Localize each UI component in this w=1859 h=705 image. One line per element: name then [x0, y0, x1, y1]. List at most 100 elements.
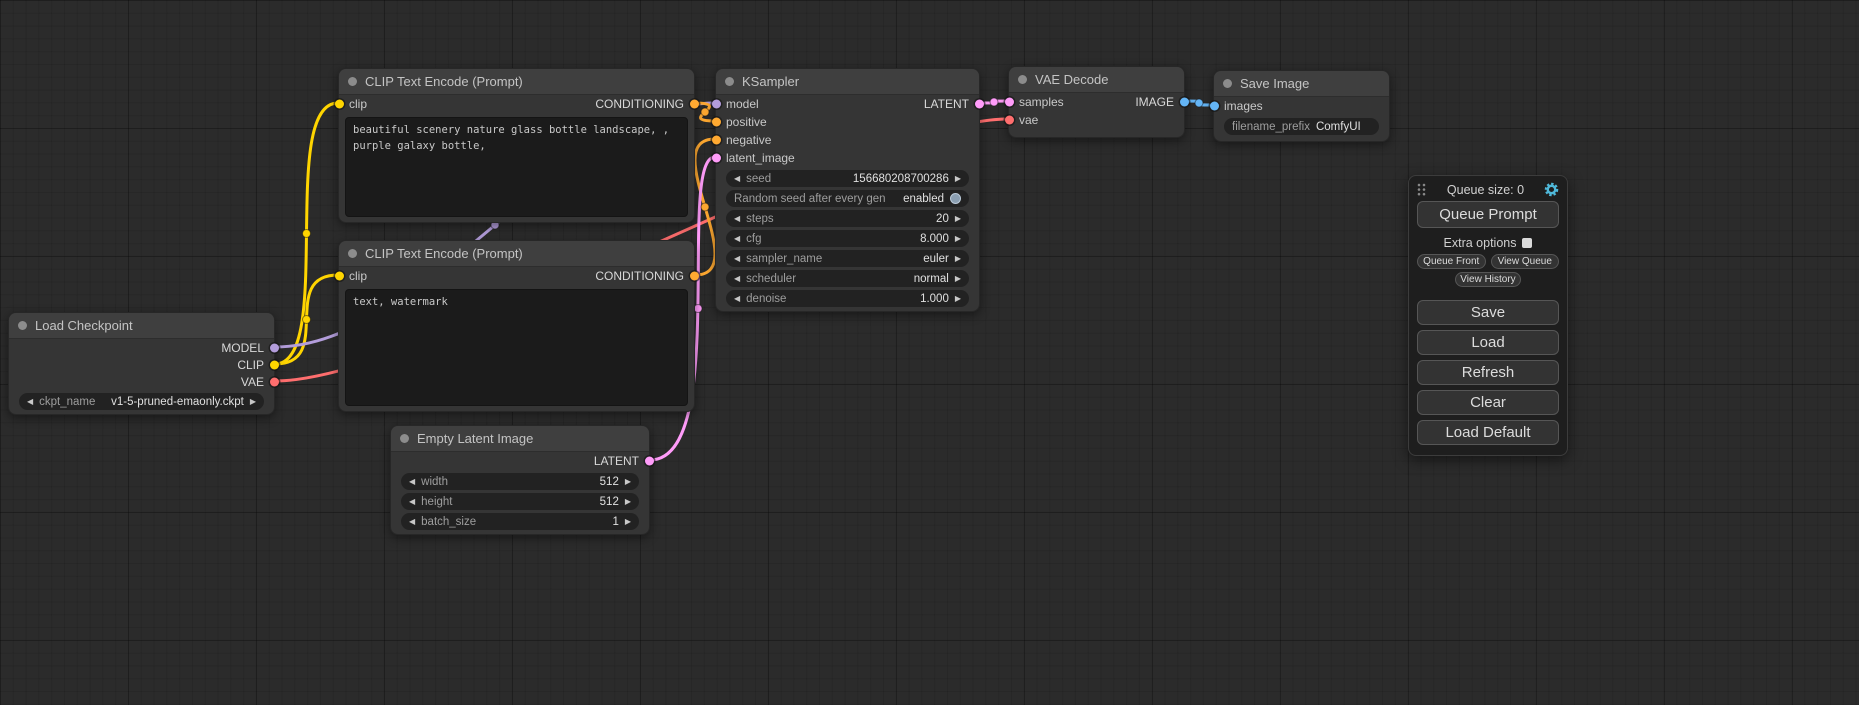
load-default-button[interactable]: Load Default: [1417, 420, 1559, 445]
positive-prompt-textarea[interactable]: beautiful scenery nature glass bottle la…: [345, 117, 688, 217]
conditioning-output-port[interactable]: [690, 272, 699, 281]
clip-input-port[interactable]: [335, 100, 344, 109]
model-input-port[interactable]: [712, 100, 721, 109]
latent-image-input-port[interactable]: [712, 154, 721, 163]
decrement-arrow-icon[interactable]: ◀: [409, 518, 415, 526]
positive-input-port[interactable]: [712, 118, 721, 127]
decrement-arrow-icon[interactable]: ◀: [734, 175, 740, 183]
node-header[interactable]: CLIP Text Encode (Prompt): [339, 69, 694, 95]
widget-value: normal: [914, 273, 949, 285]
sampler-name-widget[interactable]: ◀ sampler_name euler ▶: [726, 250, 969, 267]
increment-arrow-icon[interactable]: ▶: [250, 398, 256, 406]
node-clip-text-encode-negative[interactable]: CLIP Text Encode (Prompt) clip CONDITION…: [338, 240, 695, 412]
conditioning-output-port[interactable]: [690, 100, 699, 109]
port-row: latent_image: [716, 149, 979, 167]
node-header[interactable]: Empty Latent Image: [391, 426, 649, 452]
increment-arrow-icon[interactable]: ▶: [625, 498, 631, 506]
collapse-dot-icon[interactable]: [348, 77, 357, 86]
increment-arrow-icon[interactable]: ▶: [625, 518, 631, 526]
decrement-arrow-icon[interactable]: ◀: [409, 498, 415, 506]
queue-front-button[interactable]: Queue Front: [1417, 254, 1486, 269]
increment-arrow-icon[interactable]: ▶: [625, 478, 631, 486]
negative-prompt-textarea[interactable]: text, watermark: [345, 289, 688, 406]
decrement-arrow-icon[interactable]: ◀: [27, 398, 33, 406]
save-button[interactable]: Save: [1417, 300, 1559, 325]
vae-output-port[interactable]: [270, 377, 279, 386]
samples-input-port[interactable]: [1005, 98, 1014, 107]
increment-arrow-icon[interactable]: ▶: [955, 175, 961, 183]
graph-canvas[interactable]: Load Checkpoint MODEL CLIP VAE ◀ ckpt_na…: [0, 0, 1859, 705]
node-header[interactable]: CLIP Text Encode (Prompt): [339, 241, 694, 267]
collapse-dot-icon[interactable]: [1223, 79, 1232, 88]
toggle-dot-icon[interactable]: [950, 193, 961, 204]
node-clip-text-encode-positive[interactable]: CLIP Text Encode (Prompt) clip CONDITION…: [338, 68, 695, 223]
node-load-checkpoint[interactable]: Load Checkpoint MODEL CLIP VAE ◀ ckpt_na…: [8, 312, 275, 415]
increment-arrow-icon[interactable]: ▶: [955, 295, 961, 303]
vae-input-port[interactable]: [1005, 116, 1014, 125]
node-title: Load Checkpoint: [35, 318, 133, 333]
node-header[interactable]: Load Checkpoint: [9, 313, 274, 339]
increment-arrow-icon[interactable]: ▶: [955, 215, 961, 223]
view-history-button[interactable]: View History: [1455, 272, 1520, 287]
wire-midpoint-dot: [694, 305, 702, 313]
node-ksampler[interactable]: KSampler model LATENT positive negative …: [715, 68, 980, 312]
settings-gear-icon[interactable]: [1544, 182, 1559, 197]
node-empty-latent-image[interactable]: Empty Latent Image LATENT ◀ width 512 ▶ …: [390, 425, 650, 535]
decrement-arrow-icon[interactable]: ◀: [734, 235, 740, 243]
node-header[interactable]: KSampler: [716, 69, 979, 95]
refresh-button[interactable]: Refresh: [1417, 360, 1559, 385]
filename-prefix-widget[interactable]: filename_prefix ComfyUI: [1224, 118, 1379, 135]
model-output-port[interactable]: [270, 343, 279, 352]
seed-widget[interactable]: ◀ seed 156680208700286 ▶: [726, 170, 969, 187]
clip-input-label: clip: [349, 269, 367, 283]
widget-label: scheduler: [746, 273, 796, 285]
view-queue-button[interactable]: View Queue: [1491, 254, 1560, 269]
negative-input-port[interactable]: [712, 136, 721, 145]
clip-output-port[interactable]: [270, 360, 279, 369]
node-title: VAE Decode: [1035, 72, 1108, 87]
node-header[interactable]: VAE Decode: [1009, 67, 1184, 93]
clip-input-port[interactable]: [335, 272, 344, 281]
widget-value: ComfyUI: [1316, 121, 1361, 133]
queue-panel[interactable]: Queue size: 0 Queue Prompt Extra options…: [1408, 175, 1568, 456]
height-widget[interactable]: ◀ height 512 ▶: [401, 493, 639, 510]
width-widget[interactable]: ◀ width 512 ▶: [401, 473, 639, 490]
batch-size-widget[interactable]: ◀ batch_size 1 ▶: [401, 513, 639, 530]
decrement-arrow-icon[interactable]: ◀: [734, 215, 740, 223]
scheduler-widget[interactable]: ◀ scheduler normal ▶: [726, 270, 969, 287]
decrement-arrow-icon[interactable]: ◀: [734, 275, 740, 283]
wire-midpoint-dot: [701, 108, 709, 116]
decrement-arrow-icon[interactable]: ◀: [409, 478, 415, 486]
decrement-arrow-icon[interactable]: ◀: [734, 295, 740, 303]
ckpt-name-widget[interactable]: ◀ ckpt_name v1-5-pruned-emaonly.ckpt ▶: [19, 393, 264, 410]
collapse-dot-icon[interactable]: [725, 77, 734, 86]
collapse-dot-icon[interactable]: [400, 434, 409, 443]
random-seed-toggle-widget[interactable]: Random seed after every gen enabled: [726, 190, 969, 207]
clear-button[interactable]: Clear: [1417, 390, 1559, 415]
increment-arrow-icon[interactable]: ▶: [955, 235, 961, 243]
latent-output-port[interactable]: [975, 100, 984, 109]
widget-label: ckpt_name: [39, 396, 95, 408]
extra-options-checkbox[interactable]: [1522, 238, 1532, 248]
collapse-dot-icon[interactable]: [1018, 75, 1027, 84]
image-output-port[interactable]: [1180, 98, 1189, 107]
drag-handle-icon[interactable]: [1417, 183, 1427, 197]
denoise-widget[interactable]: ◀ denoise 1.000 ▶: [726, 290, 969, 307]
latent-output-port[interactable]: [645, 457, 654, 466]
increment-arrow-icon[interactable]: ▶: [955, 275, 961, 283]
node-vae-decode[interactable]: VAE Decode samples IMAGE vae: [1008, 66, 1185, 138]
load-button[interactable]: Load: [1417, 330, 1559, 355]
images-input-port[interactable]: [1210, 102, 1219, 111]
node-save-image[interactable]: Save Image images filename_prefix ComfyU…: [1213, 70, 1390, 142]
queue-prompt-button[interactable]: Queue Prompt: [1417, 201, 1559, 228]
cfg-widget[interactable]: ◀ cfg 8.000 ▶: [726, 230, 969, 247]
collapse-dot-icon[interactable]: [18, 321, 27, 330]
collapse-dot-icon[interactable]: [348, 249, 357, 258]
decrement-arrow-icon[interactable]: ◀: [734, 255, 740, 263]
increment-arrow-icon[interactable]: ▶: [955, 255, 961, 263]
conditioning-output-label: CONDITIONING: [595, 269, 684, 283]
steps-widget[interactable]: ◀ steps 20 ▶: [726, 210, 969, 227]
node-header[interactable]: Save Image: [1214, 71, 1389, 97]
widget-label: Random seed after every gen: [734, 193, 886, 205]
wire-midpoint-dot: [303, 316, 311, 324]
